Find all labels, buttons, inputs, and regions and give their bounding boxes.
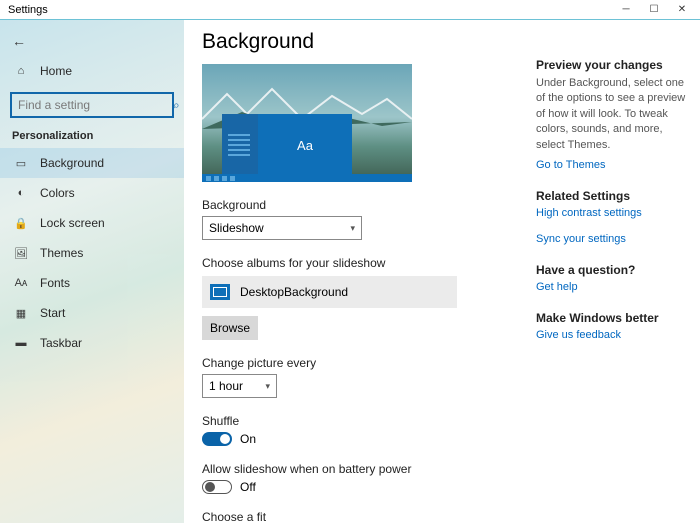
sidebar-item-background[interactable]: ▭ Background <box>0 148 184 178</box>
sidebar-item-start[interactable]: ▦ Start <box>0 298 184 328</box>
taskbar-icon: ▬ <box>12 337 30 349</box>
fonts-icon: Aᴀ <box>12 277 30 289</box>
preview-aa-text: Aa <box>258 114 352 176</box>
sidebar-item-label: Lock screen <box>40 216 105 230</box>
lock-icon: 🔒 <box>12 217 30 230</box>
make-better-header: Make Windows better <box>536 311 686 325</box>
sidebar-item-label: Themes <box>40 246 83 260</box>
chevron-down-icon: ▾ <box>350 223 355 234</box>
album-icon <box>210 284 230 300</box>
sidebar-item-label: Background <box>40 156 104 170</box>
background-icon: ▭ <box>12 157 30 170</box>
back-button[interactable]: ← <box>0 26 184 56</box>
album-name: DesktopBackground <box>240 285 348 299</box>
albums-label: Choose albums for your slideshow <box>202 256 532 270</box>
related-settings-header: Related Settings <box>536 189 686 203</box>
background-preview: Aa <box>202 64 412 182</box>
home-icon: ⌂ <box>12 65 30 77</box>
themes-icon: 🖼 <box>12 247 30 260</box>
shuffle-toggle[interactable] <box>202 432 232 446</box>
sidebar-item-label: Start <box>40 306 65 320</box>
background-dropdown[interactable]: Slideshow ▾ <box>202 216 362 240</box>
battery-toggle[interactable] <box>202 480 232 494</box>
album-item[interactable]: DesktopBackground <box>202 276 457 308</box>
maximize-button[interactable]: ☐ <box>640 0 668 20</box>
sidebar: ← ⌂ Home ⌕ Personalization ▭ Background … <box>0 20 184 523</box>
sidebar-item-lockscreen[interactable]: 🔒 Lock screen <box>0 208 184 238</box>
main-content: Background Aa Background Slid <box>202 30 532 523</box>
window-title: Settings <box>8 4 48 16</box>
preview-window-mock: Aa <box>222 114 352 176</box>
preview-changes-text: Under Background, select one of the opti… <box>536 76 686 153</box>
preview-changes-header: Preview your changes <box>536 58 686 72</box>
sidebar-item-label: Fonts <box>40 276 70 290</box>
minimize-button[interactable]: ─ <box>612 0 640 20</box>
battery-state: Off <box>240 480 256 494</box>
page-title: Background <box>202 30 532 54</box>
search-input-wrap[interactable]: ⌕ <box>10 92 174 118</box>
browse-button[interactable]: Browse <box>202 316 258 340</box>
question-header: Have a question? <box>536 263 686 277</box>
right-panel: Preview your changes Under Background, s… <box>536 30 686 523</box>
feedback-link[interactable]: Give us feedback <box>536 329 686 341</box>
dropdown-value: Slideshow <box>209 221 350 235</box>
background-label: Background <box>202 198 532 212</box>
sync-settings-link[interactable]: Sync your settings <box>536 233 686 245</box>
get-help-link[interactable]: Get help <box>536 281 686 293</box>
search-input[interactable] <box>18 98 173 112</box>
sidebar-item-colors[interactable]: ◐ Colors <box>0 178 184 208</box>
colors-icon: ◐ <box>12 187 30 199</box>
high-contrast-link[interactable]: High contrast settings <box>536 207 686 219</box>
back-arrow-icon: ← <box>12 33 26 49</box>
preview-taskbar-mock <box>202 174 412 182</box>
sidebar-item-label: Home <box>40 64 72 78</box>
change-picture-dropdown[interactable]: 1 hour ▾ <box>202 374 277 398</box>
dropdown-value: 1 hour <box>209 379 265 393</box>
fit-label: Choose a fit <box>202 510 532 523</box>
battery-label: Allow slideshow when on battery power <box>202 462 532 476</box>
chevron-down-icon: ▾ <box>265 381 270 392</box>
go-to-themes-link[interactable]: Go to Themes <box>536 159 686 171</box>
sidebar-section-header: Personalization <box>0 126 184 148</box>
search-icon: ⌕ <box>173 98 180 113</box>
sidebar-item-label: Colors <box>40 186 75 200</box>
close-button[interactable]: ✕ <box>668 0 696 20</box>
shuffle-state: On <box>240 432 256 446</box>
sidebar-item-taskbar[interactable]: ▬ Taskbar <box>0 328 184 358</box>
change-picture-label: Change picture every <box>202 356 532 370</box>
sidebar-item-label: Taskbar <box>40 336 82 350</box>
shuffle-label: Shuffle <box>202 414 532 428</box>
start-icon: ▦ <box>12 307 30 320</box>
sidebar-item-themes[interactable]: 🖼 Themes <box>0 238 184 268</box>
sidebar-item-fonts[interactable]: Aᴀ Fonts <box>0 268 184 298</box>
title-bar: Settings ─ ☐ ✕ <box>0 0 700 20</box>
sidebar-home[interactable]: ⌂ Home <box>0 56 184 86</box>
